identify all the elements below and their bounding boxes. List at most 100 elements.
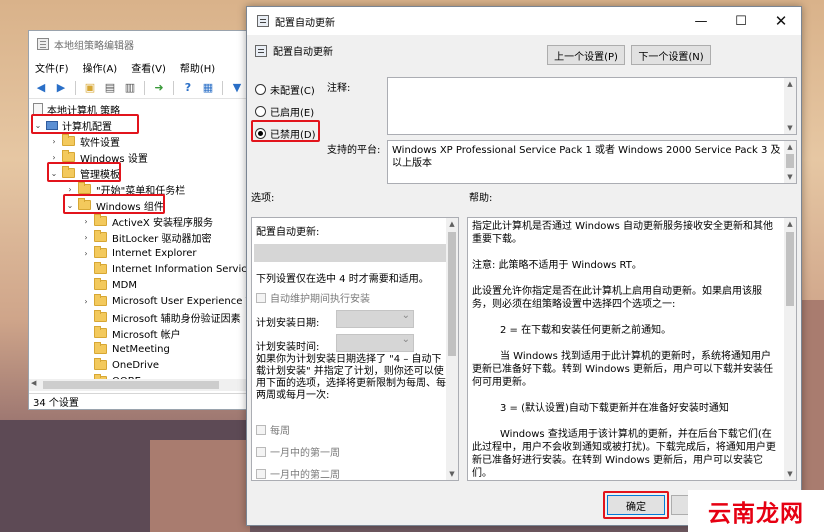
comment-textarea[interactable]: ▲ ▼ [387, 77, 797, 135]
policy-settings-icon [257, 15, 269, 27]
tree-item-component[interactable]: › Microsoft User Experience Vi [81, 293, 249, 309]
radio-not-configured[interactable]: 未配置(C) [255, 82, 315, 97]
tree-item-component[interactable]: MDM [81, 277, 137, 293]
radio-circle[interactable] [255, 84, 266, 95]
help-scrollbar[interactable]: ▲ ▼ [784, 218, 796, 480]
scroll-up-icon[interactable]: ▲ [784, 78, 796, 90]
cancel-button-partial[interactable] [671, 495, 689, 515]
checkbox-box[interactable] [256, 469, 266, 479]
tree-item-label: BitLocker 驱动器加密 [112, 233, 212, 245]
install-time-dropdown[interactable] [336, 334, 414, 352]
install-time-label: 计划安装时间: [256, 342, 320, 353]
platform-text: Windows XP Professional Service Pack 1 或… [392, 145, 781, 169]
chevron-right-icon[interactable]: › [65, 185, 75, 194]
chevron-right-icon[interactable]: › [81, 249, 91, 258]
second-week-checkbox[interactable]: 一月中的第二周 [256, 466, 340, 480]
help-paragraph: 此设置允许你指定是否在此计算机上启用自动更新。如果启用该服务，则必须在组策略设置… [472, 286, 762, 310]
schedule-description: 如果你为计划安装日期选择了 "4 – 自动下载计划安装" 并指定了计划，则你还可… [256, 354, 446, 401]
chevron-right-icon[interactable]: › [81, 297, 91, 306]
radio-enabled[interactable]: 已启用(E) [255, 104, 314, 119]
scroll-down-icon[interactable]: ▼ [784, 171, 796, 183]
folder-icon [94, 326, 107, 338]
properties-icon[interactable]: ▥ [122, 80, 138, 96]
scrollbar-thumb[interactable] [786, 154, 794, 168]
dialog-title: 配置自动更新 [275, 17, 335, 29]
scroll-up-icon[interactable]: ▲ [446, 218, 458, 230]
folder-icon [94, 342, 107, 354]
help-icon[interactable]: ? [180, 80, 196, 96]
chevron-right-icon[interactable]: › [81, 233, 91, 242]
chevron-right-icon[interactable]: › [49, 153, 59, 162]
checkbox-box[interactable] [256, 447, 266, 457]
highlight-admin-templates [47, 162, 121, 182]
close-button[interactable]: ✕ [761, 7, 801, 35]
show-tree-icon[interactable]: ▤ [102, 80, 118, 96]
scroll-up-icon[interactable]: ▲ [784, 218, 796, 230]
radio-circle[interactable] [255, 106, 266, 117]
export-list-icon[interactable]: ➜ [151, 80, 167, 96]
tree-item-component[interactable]: NetMeeting [81, 341, 170, 357]
gpedit-titlebar: 本地组策略编辑器 [29, 31, 249, 57]
every-week-checkbox[interactable]: 每周 [256, 422, 290, 437]
tree-item-component[interactable]: › ActiveX 安装程序服务 [81, 213, 213, 229]
tree-item-software-settings[interactable]: › 软件设置 [49, 133, 120, 149]
help-text: 指定此计算机是否通过 Windows 自动更新服务接收安全更新和其他重要下载。 … [472, 220, 776, 480]
background-building [150, 440, 250, 532]
next-setting-button[interactable]: 下一个设置(N) [631, 45, 711, 65]
comment-scrollbar[interactable]: ▲ ▼ [784, 78, 796, 134]
maximize-button[interactable]: ☐ [721, 7, 761, 35]
tree-horizontal-scrollbar[interactable]: ◀ [29, 379, 249, 391]
radio-label: 未配置(C) [270, 86, 315, 97]
folder-icon [94, 262, 107, 274]
tree-item-component[interactable]: › Internet Explorer [81, 245, 197, 261]
minimize-button[interactable]: — [681, 7, 721, 35]
gpedit-menubar: 文件(F) 操作(A) 查看(V) 帮助(H) [29, 57, 249, 77]
install-date-label: 计划安装日期: [256, 318, 320, 329]
scrollbar-thumb[interactable] [448, 232, 456, 356]
forward-arrow-icon[interactable]: ▶ [53, 80, 69, 96]
filter-icon[interactable]: ▼ [229, 80, 245, 96]
checkbox-box[interactable] [256, 293, 266, 303]
chevron-right-icon[interactable]: › [49, 137, 59, 146]
scroll-down-icon[interactable]: ▼ [784, 122, 796, 134]
install-date-dropdown[interactable] [336, 310, 414, 328]
menu-action[interactable]: 操作(A) [83, 60, 118, 75]
options-scrollbar[interactable]: ▲ ▼ [446, 218, 458, 480]
tree-item-component[interactable]: Internet Information Services [81, 261, 249, 277]
tree-item-component[interactable]: Microsoft 辅助身份验证因素 [81, 309, 241, 325]
platform-scrollbar[interactable]: ▲ ▼ [784, 141, 796, 183]
scroll-up-icon[interactable]: ▲ [784, 141, 796, 153]
scrollbar-thumb[interactable] [43, 381, 219, 389]
tree-item-label: Internet Information Services [112, 263, 249, 275]
display-icon[interactable]: ▦ [200, 80, 216, 96]
update-mode-dropdown[interactable] [254, 244, 446, 262]
scroll-left-icon[interactable]: ◀ [31, 379, 36, 387]
policy-settings-icon [255, 44, 267, 57]
menu-help[interactable]: 帮助(H) [180, 60, 215, 75]
tree-item-component[interactable]: Microsoft 帐户 [81, 325, 181, 341]
folder-icon [94, 358, 107, 370]
platform-field: Windows XP Professional Service Pack 1 或… [387, 140, 797, 184]
tree-item-component[interactable]: › BitLocker 驱动器加密 [81, 229, 211, 245]
tree-item-component[interactable]: OneDrive [81, 357, 159, 373]
back-arrow-icon[interactable]: ◀ [33, 80, 49, 96]
help-label: 帮助: [469, 193, 493, 204]
scroll-down-icon[interactable]: ▼ [784, 468, 796, 480]
gpedit-title: 本地组策略编辑器 [54, 40, 134, 52]
tree-item-label: Microsoft 辅助身份验证因素 [112, 313, 241, 325]
checkbox-box[interactable] [256, 425, 266, 435]
previous-setting-button[interactable]: 上一个设置(P) [547, 45, 625, 65]
auto-maintenance-checkbox[interactable]: 自动维护期间执行安装 [256, 290, 370, 305]
help-paragraph: 2 = 在下载和安装任何更新之前通知。 [500, 325, 672, 336]
scrollbar-thumb[interactable] [786, 232, 794, 306]
tree-item-label: 软件设置 [80, 137, 120, 149]
first-week-checkbox[interactable]: 一月中的第一周 [256, 444, 340, 459]
highlight-disabled-option [251, 120, 320, 142]
up-folder-icon[interactable]: ▣ [82, 80, 98, 96]
menu-view[interactable]: 查看(V) [131, 60, 166, 75]
checkbox-label: 一月中的第一周 [270, 448, 340, 459]
tree-item-label: Microsoft User Experience Vi [112, 295, 249, 307]
chevron-right-icon[interactable]: › [81, 217, 91, 226]
menu-file[interactable]: 文件(F) [35, 60, 69, 75]
scroll-down-icon[interactable]: ▼ [446, 468, 458, 480]
